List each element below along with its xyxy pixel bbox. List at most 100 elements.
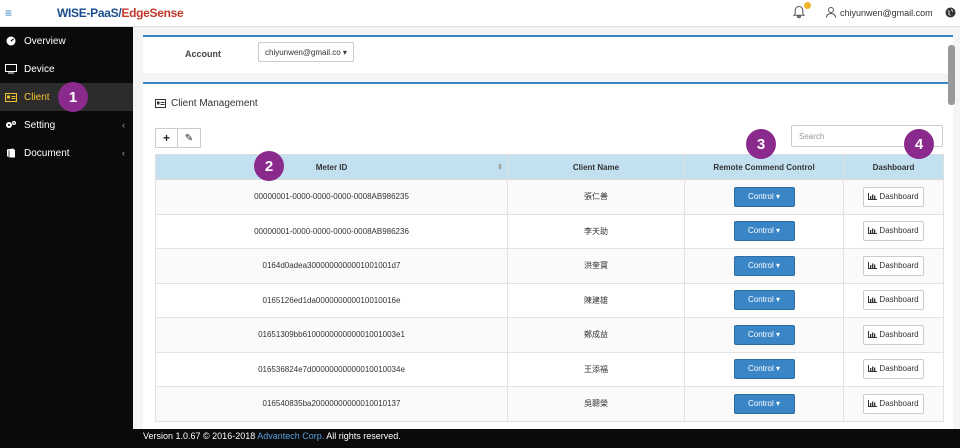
meter-id-cell: 0164d0adea3000000000001001001d7 (155, 248, 508, 284)
footer-link[interactable]: Advantech Corp. (257, 431, 324, 441)
dashboard-button-label: Dashboard (879, 329, 919, 339)
dashboard-icon (5, 35, 17, 47)
column-header-dashboard: Dashboard (843, 154, 944, 180)
client-name-cell: 吳聰榮 (507, 386, 685, 422)
table-row[interactable]: 016540835ba20000000000010010137 吳聰榮 Contro… (155, 386, 944, 422)
footer: Version 1.0.67 © 2016-2018 Advantech Cor… (133, 429, 960, 448)
dashboard-cell: Dashboard (843, 351, 944, 387)
sidebar-item-device[interactable]: Device (0, 55, 133, 83)
client-name-cell: 陳建雄 (507, 282, 685, 318)
gears-icon (5, 119, 17, 131)
meter-id-cell: 016536824e7d00000000000010010034e (155, 351, 508, 387)
control-button[interactable]: Control ▾ (733, 359, 795, 380)
meter-id-cell: 01651309bb610000000000001001003e1 (155, 317, 508, 353)
user-email[interactable]: chiyunwen@gmail.com (840, 8, 933, 18)
dashboard-button[interactable]: Dashboard (863, 186, 924, 207)
meter-id-cell: 016540835ba20000000000010010137 (155, 386, 508, 422)
control-cell: Control ▾ (684, 213, 844, 249)
panel-title: Client Management (155, 98, 258, 109)
client-card-icon (155, 99, 166, 108)
dashboard-button-label: Dashboard (879, 364, 919, 374)
logo-part2: EdgeSense (121, 6, 184, 20)
top-bar: ≡ WISE-PaaS/EdgeSense chiyunwen@gmail.co… (0, 0, 960, 27)
user-icon[interactable] (825, 6, 837, 18)
control-cell: Control ▾ (684, 351, 844, 387)
dashboard-button[interactable]: Dashboard (863, 324, 924, 345)
client-name-cell: 張仁善 (507, 179, 685, 215)
toolbar: + ✎ (155, 128, 201, 148)
dashboard-cell: Dashboard (843, 179, 944, 215)
dashboard-button[interactable]: Dashboard (863, 290, 924, 311)
chart-icon (868, 365, 878, 373)
scrollbar[interactable] (948, 45, 955, 105)
callout-1: 1 (58, 82, 88, 112)
book-icon (5, 147, 17, 159)
chart-icon (868, 192, 878, 200)
control-button[interactable]: Control ▾ (733, 324, 795, 345)
sort-icon[interactable]: ⇕ (497, 163, 503, 171)
callout-2: 2 (254, 151, 284, 181)
table-row[interactable]: 00000001-0000-0000-0000-0008AB986235 張仁善 C… (155, 179, 944, 215)
dashboard-button-label: Dashboard (879, 260, 919, 270)
table-row[interactable]: 0164d0adea3000000000001001001d7 洪奎寶 Contro… (155, 248, 944, 284)
dashboard-cell: Dashboard (843, 213, 944, 249)
table-row[interactable]: 016536824e7d00000000000010010034e 王添福 Cont… (155, 351, 944, 387)
dashboard-button-label: Dashboard (879, 398, 919, 408)
dashboard-button[interactable]: Dashboard (863, 255, 924, 276)
logo-part1: WISE-PaaS/ (57, 6, 122, 20)
account-label: Account (185, 49, 221, 59)
table-row[interactable]: 00000001-0000-0000-0000-0008AB986236 李天助 C… (155, 213, 944, 249)
account-select[interactable]: chiyunwen@gmail.co ▾ (258, 42, 354, 62)
client-table: Meter ID ⇕ Client Name Remote Commend Con… (155, 154, 944, 422)
footer-text: Version 1.0.67 © 2016-2018 (143, 431, 258, 441)
panel-title-text: Client Management (171, 98, 258, 109)
control-button[interactable]: Control ▾ (733, 393, 795, 414)
globe-icon[interactable] (945, 7, 956, 18)
sidebar-item-setting[interactable]: Setting ‹ (0, 111, 133, 139)
chart-icon (868, 261, 878, 269)
sidebar-item-overview[interactable]: Overview (0, 27, 133, 55)
client-card-icon (5, 91, 17, 103)
dashboard-cell: Dashboard (843, 317, 944, 353)
control-button[interactable]: Control ▾ (733, 221, 795, 242)
chart-icon (868, 296, 878, 304)
callout-3: 3 (746, 129, 776, 159)
dashboard-button-label: Dashboard (879, 295, 919, 305)
sidebar-item-label: Overview (24, 35, 66, 47)
chart-icon (868, 330, 878, 338)
sidebar-item-label: Device (24, 63, 55, 75)
sidebar-item-label: Document (24, 147, 70, 159)
table-row[interactable]: 01651309bb610000000000001001003e1 鄭成益 Cont… (155, 317, 944, 353)
plus-icon: + (162, 131, 170, 145)
app-logo[interactable]: WISE-PaaS/EdgeSense (57, 6, 184, 20)
table-row[interactable]: 0165126ed1da000000000010010016e 陳建雄 Contro… (155, 282, 944, 318)
control-cell: Control ▾ (684, 282, 844, 318)
dashboard-button[interactable]: Dashboard (863, 221, 924, 242)
column-header-meter-id[interactable]: Meter ID ⇕ (155, 154, 508, 180)
callout-4: 4 (904, 129, 934, 159)
chart-icon (868, 227, 878, 235)
control-cell: Control ▾ (684, 317, 844, 353)
hamburger-icon[interactable]: ≡ (5, 6, 12, 20)
add-button[interactable]: + (155, 128, 178, 148)
sidebar-item-label: Setting (24, 119, 56, 131)
footer-text-end: All rights reserved. (324, 431, 401, 441)
monitor-icon (5, 63, 17, 75)
dashboard-button-label: Dashboard (879, 191, 919, 201)
chart-icon (868, 399, 878, 407)
dashboard-cell: Dashboard (843, 248, 944, 284)
dashboard-button[interactable]: Dashboard (863, 359, 924, 380)
dashboard-button[interactable]: Dashboard (863, 393, 924, 414)
client-name-cell: 王添福 (507, 351, 685, 387)
column-header-client-name: Client Name (507, 154, 685, 180)
client-management-panel: Client Management + ✎ Search Meter ID ⇕ C… (143, 82, 953, 429)
client-name-cell: 鄭成益 (507, 317, 685, 353)
control-button[interactable]: Control ▾ (733, 290, 795, 311)
sidebar-item-document[interactable]: Document ‹ (0, 139, 133, 167)
client-name-cell: 洪奎寶 (507, 248, 685, 284)
control-button[interactable]: Control ▾ (733, 255, 795, 276)
client-name-cell: 李天助 (507, 213, 685, 249)
control-button[interactable]: Control ▾ (733, 186, 795, 207)
edit-button[interactable]: ✎ (178, 128, 201, 148)
main-content: Account chiyunwen@gmail.co ▾ Client Mana… (133, 27, 960, 429)
